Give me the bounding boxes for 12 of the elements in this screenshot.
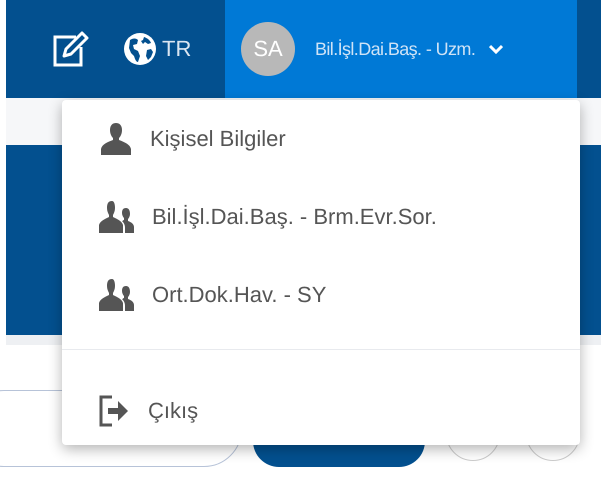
people-icon <box>98 278 136 312</box>
user-avatar: SA <box>241 22 295 76</box>
people-icon <box>98 200 136 234</box>
menu-item[interactable]: Ort.Dok.Hav. - SY <box>152 282 326 308</box>
language-code[interactable]: TR <box>162 36 192 62</box>
globe-icon[interactable] <box>122 31 158 67</box>
menu-item[interactable]: Kişisel Bilgiler <box>150 126 286 152</box>
chevron-down-icon <box>489 44 504 54</box>
person-icon <box>98 122 134 156</box>
edit-icon[interactable] <box>52 31 90 67</box>
menu-item[interactable]: Çıkış <box>148 398 198 424</box>
menu-item[interactable]: Bil.İşl.Dai.Baş. - Brm.Evr.Sor. <box>152 204 437 230</box>
